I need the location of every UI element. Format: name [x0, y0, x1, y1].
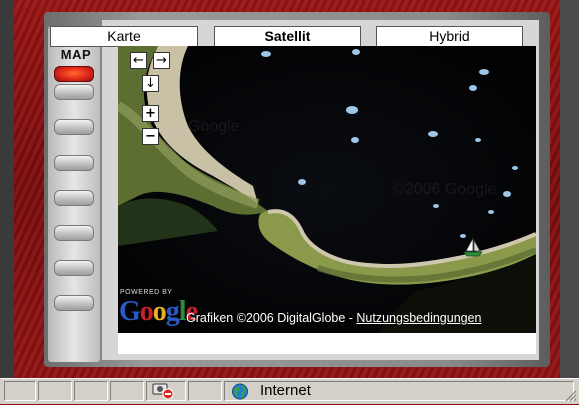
side-button-4[interactable]: [54, 155, 94, 171]
status-cell-1: [4, 381, 36, 401]
side-button-5[interactable]: [54, 190, 94, 206]
sailboat-icon[interactable]: [462, 236, 484, 258]
tab-hybrid[interactable]: Hybrid: [376, 26, 523, 47]
pan-down-button[interactable]: ↓: [142, 75, 159, 92]
satellite-map[interactable]: Google ©2006 Google ← → ↓ + − POWERED BY…: [118, 46, 536, 333]
side-button-3[interactable]: [54, 119, 94, 135]
satellite-imagery: Google ©2006 Google: [118, 46, 536, 333]
status-cell-2: [38, 381, 72, 401]
status-cell-3: [74, 381, 108, 401]
side-button-map[interactable]: [54, 66, 94, 82]
zone-label: Internet: [260, 382, 311, 399]
zoom-in-button[interactable]: +: [142, 105, 159, 122]
tab-karte[interactable]: Karte: [50, 26, 198, 47]
tab-satellit[interactable]: Satellit: [214, 26, 361, 47]
map-bottom-strip: [118, 333, 536, 354]
pan-left-button[interactable]: ←: [130, 52, 147, 69]
copyright-text: Grafiken ©2006 DigitalGlobe -: [186, 311, 357, 325]
side-button-2[interactable]: [54, 84, 94, 100]
status-cell-6: [188, 381, 222, 401]
status-cell-4: [110, 381, 144, 401]
privacy-blocked-icon[interactable]: [147, 382, 185, 400]
map-copyright: Grafiken ©2006 DigitalGlobe - Nutzungsbe…: [186, 311, 482, 325]
terms-of-use-link[interactable]: Nutzungsbedingungen: [356, 311, 481, 325]
resize-grip-icon[interactable]: [563, 388, 577, 402]
right-edge: [560, 0, 579, 378]
zoom-out-button[interactable]: −: [142, 128, 159, 145]
map-label: MAP: [60, 47, 92, 62]
pan-right-button[interactable]: →: [153, 52, 170, 69]
left-edge: [0, 0, 14, 378]
side-button-6[interactable]: [54, 225, 94, 241]
side-button-7[interactable]: [54, 260, 94, 276]
status-bar: Internet: [0, 378, 579, 404]
powered-by-label: POWERED BY: [120, 289, 173, 296]
side-button-8[interactable]: [54, 295, 94, 311]
svg-text:Google: Google: [188, 118, 240, 135]
svg-text:©2006 Google: ©2006 Google: [393, 181, 497, 198]
status-cell-privacy[interactable]: [146, 381, 186, 401]
globe-icon: [232, 383, 248, 400]
